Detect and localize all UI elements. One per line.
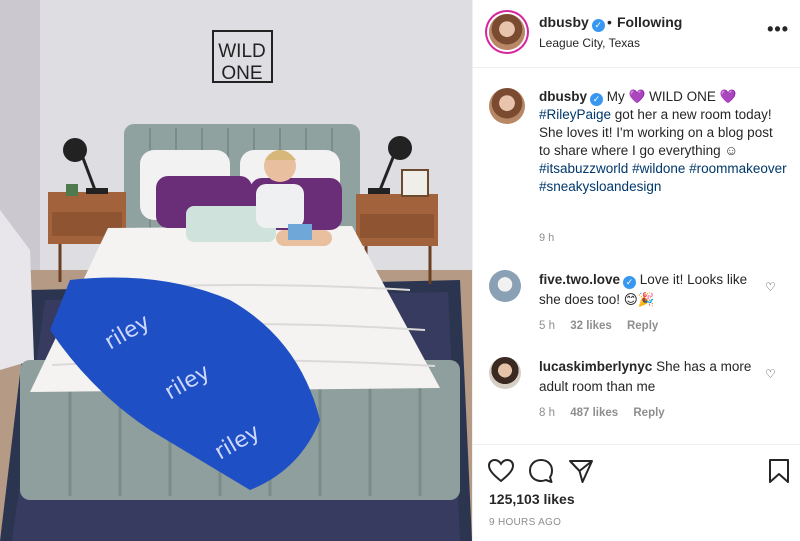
smile-emoji-icon: ☺: [724, 143, 739, 158]
commenter-avatar[interactable]: [489, 357, 521, 389]
sign-line2: ONE: [221, 63, 262, 84]
hashtag-link[interactable]: #itsabuzzworld: [539, 161, 628, 176]
commenter-username[interactable]: five.two.love: [539, 272, 620, 287]
hashtag-link[interactable]: #wildone: [632, 161, 685, 176]
following-button[interactable]: Following: [617, 14, 682, 30]
comment-item: lucaskimberlynyc She has a more adult ro…: [489, 357, 789, 427]
share-icon[interactable]: [567, 457, 595, 485]
author-avatar[interactable]: [489, 14, 525, 50]
hashtag-link[interactable]: #sneakysloandesign: [539, 179, 661, 194]
sign-line1: WILD: [218, 41, 266, 62]
bookmark-icon[interactable]: [765, 457, 793, 485]
comment-likes[interactable]: 487 likes: [570, 407, 618, 419]
like-comment-icon[interactable]: ♡: [765, 367, 776, 381]
verified-icon: ✓: [591, 19, 605, 32]
hashtag-link[interactable]: #RileyPaige: [539, 107, 611, 122]
post-header: dbusby ✓ • Following League City, Texas •…: [473, 0, 800, 68]
separator-dot: •: [607, 14, 612, 30]
post-photo[interactable]: WILD ONE riley riley riley: [0, 0, 472, 541]
caption-avatar[interactable]: [489, 88, 525, 124]
caption-text: dbusby ✓ My 💜 WILD ONE 💜 #RileyPaige got …: [539, 88, 787, 196]
reply-button[interactable]: Reply: [633, 407, 664, 419]
reply-button[interactable]: Reply: [627, 320, 658, 332]
purple-heart-icon: 💜: [719, 89, 737, 104]
post-panel: dbusby ✓ • Following League City, Texas •…: [472, 0, 800, 541]
more-icon[interactable]: •••: [767, 20, 789, 38]
comment-time: 8 h: [539, 407, 555, 419]
likes-count[interactable]: 125,103 likes: [489, 491, 575, 507]
comment-time: 5 h: [539, 320, 555, 332]
commenter-avatar[interactable]: [489, 270, 521, 302]
comment-item: five.two.love ✓ Love it! Looks like she d…: [489, 270, 789, 340]
like-comment-icon[interactable]: ♡: [765, 280, 776, 294]
caption-username[interactable]: dbusby: [539, 89, 587, 104]
heart-icon[interactable]: [487, 457, 515, 485]
comment-icon[interactable]: [527, 457, 555, 485]
post-actions: 125,103 likes 9 HOURS AGO: [473, 444, 800, 541]
caption-timestamp: 9 h: [539, 232, 555, 244]
post-timestamp: 9 HOURS AGO: [489, 517, 562, 528]
author-username[interactable]: dbusby: [539, 14, 589, 30]
purple-heart-icon: 💜: [628, 89, 646, 104]
verified-icon: ✓: [590, 93, 604, 106]
verified-icon: ✓: [623, 276, 637, 289]
hashtag-link[interactable]: #roommakeover: [689, 161, 787, 176]
caption-word-my: My: [606, 89, 625, 104]
commenter-username[interactable]: lucaskimberlynyc: [539, 359, 652, 374]
location-link[interactable]: League City, Texas: [539, 36, 640, 50]
caption-wild-one: WILD ONE: [649, 89, 716, 104]
comment-likes[interactable]: 32 likes: [570, 320, 612, 332]
